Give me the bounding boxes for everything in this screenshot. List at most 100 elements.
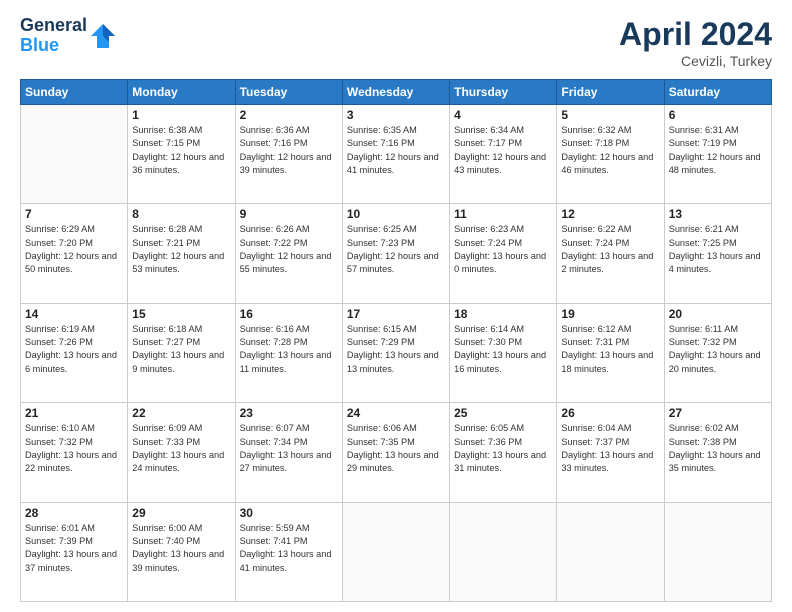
day-detail: Sunrise: 6:15 AM Sunset: 7:29 PM Dayligh… (347, 323, 445, 376)
calendar-cell: 19 Sunrise: 6:12 AM Sunset: 7:31 PM Dayli… (557, 303, 664, 402)
day-detail: Sunrise: 6:10 AM Sunset: 7:32 PM Dayligh… (25, 422, 123, 475)
calendar-cell: 25 Sunrise: 6:05 AM Sunset: 7:36 PM Dayli… (450, 403, 557, 502)
day-number: 3 (347, 108, 445, 122)
week-row-5: 28 Sunrise: 6:01 AM Sunset: 7:39 PM Dayli… (21, 502, 772, 601)
day-number: 29 (132, 506, 230, 520)
day-number: 24 (347, 406, 445, 420)
day-number: 22 (132, 406, 230, 420)
day-detail: Sunrise: 6:02 AM Sunset: 7:38 PM Dayligh… (669, 422, 767, 475)
weekday-wednesday: Wednesday (342, 80, 449, 105)
calendar-cell (342, 502, 449, 601)
day-detail: Sunrise: 6:12 AM Sunset: 7:31 PM Dayligh… (561, 323, 659, 376)
logo-text: GeneralBlue (20, 16, 87, 56)
day-number: 23 (240, 406, 338, 420)
day-number: 12 (561, 207, 659, 221)
calendar-cell: 8Sunrise: 6:28 AM Sunset: 7:21 PM Daylig… (128, 204, 235, 303)
day-number: 6 (669, 108, 767, 122)
day-number: 30 (240, 506, 338, 520)
weekday-sunday: Sunday (21, 80, 128, 105)
logo: GeneralBlue (20, 16, 117, 56)
calendar-cell (21, 105, 128, 204)
calendar-cell: 22 Sunrise: 6:09 AM Sunset: 7:33 PM Dayli… (128, 403, 235, 502)
day-number: 2 (240, 108, 338, 122)
calendar-cell: 20Sunrise: 6:11 AM Sunset: 7:32 PM Dayli… (664, 303, 771, 402)
day-number: 25 (454, 406, 552, 420)
calendar-cell (664, 502, 771, 601)
calendar-cell: 3 Sunrise: 6:35 AM Sunset: 7:16 PM Daylig… (342, 105, 449, 204)
day-detail: Sunrise: 6:00 AM Sunset: 7:40 PM Dayligh… (132, 522, 230, 575)
calendar-cell: 15 Sunrise: 6:18 AM Sunset: 7:27 PM Dayli… (128, 303, 235, 402)
day-detail: Sunrise: 6:04 AM Sunset: 7:37 PM Dayligh… (561, 422, 659, 475)
calendar-cell: 4Sunrise: 6:34 AM Sunset: 7:17 PM Daylig… (450, 105, 557, 204)
day-detail: Sunrise: 6:16 AM Sunset: 7:28 PM Dayligh… (240, 323, 338, 376)
day-detail: Sunrise: 6:05 AM Sunset: 7:36 PM Dayligh… (454, 422, 552, 475)
calendar-cell: 23Sunrise: 6:07 AM Sunset: 7:34 PM Dayli… (235, 403, 342, 502)
day-number: 18 (454, 307, 552, 321)
logo-blue: Blue (20, 35, 59, 55)
weekday-friday: Friday (557, 80, 664, 105)
week-row-2: 7Sunrise: 6:29 AM Sunset: 7:20 PM Daylig… (21, 204, 772, 303)
day-number: 27 (669, 406, 767, 420)
day-detail: Sunrise: 6:32 AM Sunset: 7:18 PM Dayligh… (561, 124, 659, 177)
week-row-4: 21 Sunrise: 6:10 AM Sunset: 7:32 PM Dayli… (21, 403, 772, 502)
calendar-cell: 30Sunrise: 5:59 AM Sunset: 7:41 PM Dayli… (235, 502, 342, 601)
week-row-3: 14 Sunrise: 6:19 AM Sunset: 7:26 PM Dayli… (21, 303, 772, 402)
weekday-saturday: Saturday (664, 80, 771, 105)
month-title: April 2024 (619, 16, 772, 53)
location: Cevizli, Turkey (619, 53, 772, 69)
weekday-monday: Monday (128, 80, 235, 105)
day-number: 15 (132, 307, 230, 321)
weekday-thursday: Thursday (450, 80, 557, 105)
calendar-cell: 24 Sunrise: 6:06 AM Sunset: 7:35 PM Dayli… (342, 403, 449, 502)
day-detail: Sunrise: 6:06 AM Sunset: 7:35 PM Dayligh… (347, 422, 445, 475)
day-number: 4 (454, 108, 552, 122)
weekday-tuesday: Tuesday (235, 80, 342, 105)
day-detail: Sunrise: 6:14 AM Sunset: 7:30 PM Dayligh… (454, 323, 552, 376)
day-number: 17 (347, 307, 445, 321)
calendar-cell: 7Sunrise: 6:29 AM Sunset: 7:20 PM Daylig… (21, 204, 128, 303)
calendar-cell: 1 Sunrise: 6:38 AM Sunset: 7:15 PM Daylig… (128, 105, 235, 204)
calendar-cell: 9 Sunrise: 6:26 AM Sunset: 7:22 PM Daylig… (235, 204, 342, 303)
calendar-cell: 5 Sunrise: 6:32 AM Sunset: 7:18 PM Daylig… (557, 105, 664, 204)
day-number: 9 (240, 207, 338, 221)
calendar-cell: 2Sunrise: 6:36 AM Sunset: 7:16 PM Daylig… (235, 105, 342, 204)
day-number: 10 (347, 207, 445, 221)
day-number: 20 (669, 307, 767, 321)
calendar: SundayMondayTuesdayWednesdayThursdayFrid… (20, 79, 772, 602)
day-detail: Sunrise: 6:38 AM Sunset: 7:15 PM Dayligh… (132, 124, 230, 177)
day-detail: Sunrise: 6:09 AM Sunset: 7:33 PM Dayligh… (132, 422, 230, 475)
day-detail: Sunrise: 6:26 AM Sunset: 7:22 PM Dayligh… (240, 223, 338, 276)
calendar-cell: 14 Sunrise: 6:19 AM Sunset: 7:26 PM Dayli… (21, 303, 128, 402)
calendar-cell: 6 Sunrise: 6:31 AM Sunset: 7:19 PM Daylig… (664, 105, 771, 204)
day-number: 1 (132, 108, 230, 122)
calendar-cell: 28 Sunrise: 6:01 AM Sunset: 7:39 PM Dayli… (21, 502, 128, 601)
day-number: 26 (561, 406, 659, 420)
day-number: 21 (25, 406, 123, 420)
day-number: 5 (561, 108, 659, 122)
day-number: 28 (25, 506, 123, 520)
day-number: 19 (561, 307, 659, 321)
calendar-cell: 17 Sunrise: 6:15 AM Sunset: 7:29 PM Dayli… (342, 303, 449, 402)
day-number: 7 (25, 207, 123, 221)
day-detail: Sunrise: 6:35 AM Sunset: 7:16 PM Dayligh… (347, 124, 445, 177)
day-detail: Sunrise: 6:18 AM Sunset: 7:27 PM Dayligh… (132, 323, 230, 376)
calendar-cell: 13Sunrise: 6:21 AM Sunset: 7:25 PM Dayli… (664, 204, 771, 303)
calendar-body: 1 Sunrise: 6:38 AM Sunset: 7:15 PM Daylig… (21, 105, 772, 602)
calendar-cell: 29 Sunrise: 6:00 AM Sunset: 7:40 PM Dayli… (128, 502, 235, 601)
calendar-cell: 12 Sunrise: 6:22 AM Sunset: 7:24 PM Dayli… (557, 204, 664, 303)
week-row-1: 1 Sunrise: 6:38 AM Sunset: 7:15 PM Daylig… (21, 105, 772, 204)
calendar-cell: 26 Sunrise: 6:04 AM Sunset: 7:37 PM Dayli… (557, 403, 664, 502)
day-detail: Sunrise: 6:19 AM Sunset: 7:26 PM Dayligh… (25, 323, 123, 376)
calendar-cell: 16 Sunrise: 6:16 AM Sunset: 7:28 PM Dayli… (235, 303, 342, 402)
day-number: 16 (240, 307, 338, 321)
day-detail: Sunrise: 6:01 AM Sunset: 7:39 PM Dayligh… (25, 522, 123, 575)
day-detail: Sunrise: 6:25 AM Sunset: 7:23 PM Dayligh… (347, 223, 445, 276)
calendar-cell: 18 Sunrise: 6:14 AM Sunset: 7:30 PM Dayli… (450, 303, 557, 402)
day-detail: Sunrise: 6:31 AM Sunset: 7:19 PM Dayligh… (669, 124, 767, 177)
day-detail: Sunrise: 6:22 AM Sunset: 7:24 PM Dayligh… (561, 223, 659, 276)
title-area: April 2024 Cevizli, Turkey (619, 16, 772, 69)
calendar-cell: 10 Sunrise: 6:25 AM Sunset: 7:23 PM Dayli… (342, 204, 449, 303)
day-number: 14 (25, 307, 123, 321)
header: GeneralBlue April 2024 Cevizli, Turkey (20, 16, 772, 69)
day-detail: Sunrise: 6:23 AM Sunset: 7:24 PM Dayligh… (454, 223, 552, 276)
